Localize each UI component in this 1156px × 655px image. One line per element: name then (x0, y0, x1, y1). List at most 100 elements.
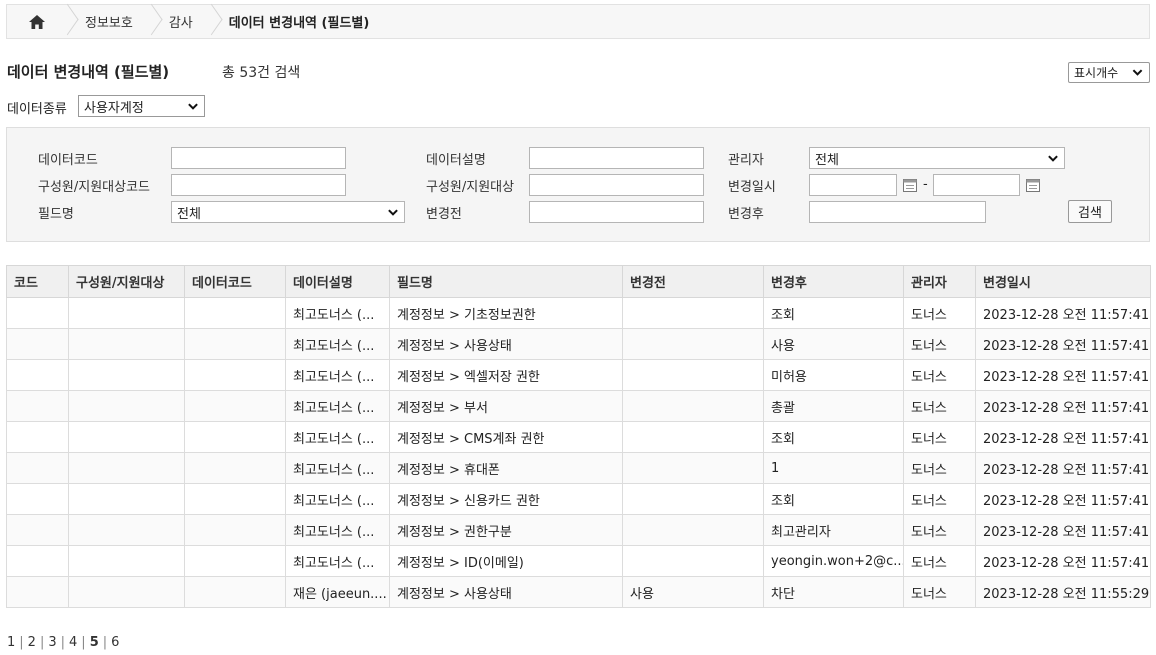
page-link[interactable]: 5 (86, 635, 103, 650)
table-cell (184, 452, 286, 484)
before-input[interactable] (529, 201, 704, 223)
calendar-icon[interactable] (1025, 177, 1041, 193)
table-row[interactable]: 최고도너스 (... 계정정보 > CMS계좌 권한 조회 도너스 2023-12-28… (6, 421, 1151, 453)
table-row[interactable]: 최고도너스 (... 계정정보 > 사용상태 사용 도너스 2023-12-28 오전 … (6, 328, 1151, 360)
breadcrumb-home[interactable] (7, 5, 61, 38)
breadcrumb-separator (61, 4, 71, 39)
table-cell: 2023-12-28 오전 11:57:41 (975, 359, 1151, 391)
after-label: 변경후 (728, 207, 764, 222)
table-cell: 사용 (622, 576, 764, 608)
column-header[interactable]: 데이터설명 (285, 265, 390, 298)
table-cell: 도너스 (903, 483, 976, 515)
table-cell: 최고도너스 (... (285, 359, 390, 391)
breadcrumb-item-security[interactable]: 정보보호 (71, 5, 145, 38)
column-header[interactable]: 변경전 (622, 265, 764, 298)
data-desc-label: 데이터설명 (426, 153, 486, 168)
table-cell: 2023-12-28 오전 11:55:29 (975, 576, 1151, 608)
table-cell (68, 421, 185, 453)
table-row[interactable]: 최고도너스 (... 계정정보 > 신용카드 권한 조회 도너스 2023-12-28 … (6, 483, 1151, 515)
table-row[interactable]: 재은 (jaeeun.... 계정정보 > 사용상태 사용 차단 도너스 2023-12-… (6, 576, 1151, 608)
table-cell (68, 390, 185, 422)
table-cell: 계정정보 > CMS계좌 권한 (389, 421, 623, 453)
breadcrumb-item-audit[interactable]: 감사 (155, 5, 205, 38)
column-header[interactable]: 필드명 (389, 265, 623, 298)
page-link[interactable]: 1 (7, 635, 19, 650)
table-cell: 2023-12-28 오전 11:57:41 (975, 545, 1151, 577)
member-input[interactable] (529, 174, 704, 196)
home-icon (29, 14, 45, 29)
table-cell (68, 514, 185, 546)
table-cell: 도너스 (903, 297, 976, 329)
search-button[interactable]: 검색 (1068, 200, 1112, 223)
page-link[interactable]: 4 (65, 635, 81, 650)
member-code-input[interactable] (171, 174, 346, 196)
table-row[interactable]: 최고도너스 (... 계정정보 > 부서 총괄 도너스 2023-12-28 오전 11… (6, 390, 1151, 422)
table-cell (6, 514, 69, 546)
table-cell (68, 452, 185, 484)
table-cell: 2023-12-28 오전 11:57:41 (975, 421, 1151, 453)
data-code-input[interactable] (171, 147, 346, 169)
chevron-down-icon (1132, 69, 1143, 76)
table-row[interactable]: 최고도너스 (... 계정정보 > 엑셀저장 권한 미허용 도너스 2023-12-28… (6, 359, 1151, 391)
field-name-select[interactable]: 전체 (171, 201, 405, 223)
date-from-input[interactable] (809, 174, 897, 196)
table-cell (622, 514, 764, 546)
table-cell: 미허용 (763, 359, 904, 391)
table-cell (622, 421, 764, 453)
manager-select[interactable]: 전체 (809, 147, 1065, 169)
display-count-dropdown[interactable]: 표시개수 (1068, 62, 1150, 83)
column-header[interactable]: 코드 (6, 265, 69, 298)
table-cell: 도너스 (903, 328, 976, 360)
table-cell (622, 483, 764, 515)
table-header-row: 코드 구성원/지원대상 데이터코드 데이터설명 필드명 변경전 변경후 관리자 변경일시 (6, 265, 1151, 298)
table-cell: 조회 (763, 297, 904, 329)
table-cell: 최고관리자 (763, 514, 904, 546)
data-type-select[interactable]: 사용자계정 (78, 95, 205, 117)
change-date-label: 변경일시 (728, 180, 776, 195)
column-header[interactable]: 변경후 (763, 265, 904, 298)
chevron-down-icon (388, 209, 398, 216)
table-cell (6, 452, 69, 484)
page-title: 데이터 변경내역 (필드별) (7, 63, 170, 81)
table-row[interactable]: 최고도너스 (... 계정정보 > 권한구분 최고관리자 도너스 2023-12-28 … (6, 514, 1151, 546)
data-type-value: 사용자계정 (84, 100, 144, 116)
table-cell (184, 297, 286, 329)
page-link[interactable]: 2 (24, 635, 40, 650)
page-link[interactable]: 6 (107, 635, 123, 650)
table-cell: 최고도너스 (... (285, 297, 390, 329)
table-cell: 최고도너스 (... (285, 421, 390, 453)
column-header[interactable]: 데이터코드 (184, 265, 286, 298)
table-cell (184, 390, 286, 422)
column-header[interactable]: 변경일시 (975, 265, 1151, 298)
data-desc-input[interactable] (529, 147, 704, 169)
column-header[interactable]: 관리자 (903, 265, 976, 298)
table-cell: 2023-12-28 오전 11:57:41 (975, 297, 1151, 329)
column-header[interactable]: 구성원/지원대상 (68, 265, 185, 298)
table-cell (6, 576, 69, 608)
table-cell (68, 545, 185, 577)
table-cell: 계정정보 > 기초정보권한 (389, 297, 623, 329)
date-to-input[interactable] (933, 174, 1020, 196)
table-cell: 사용 (763, 328, 904, 360)
table-cell: 2023-12-28 오전 11:57:41 (975, 483, 1151, 515)
table-cell: 재은 (jaeeun.... (285, 576, 390, 608)
table-row[interactable]: 최고도너스 (... 계정정보 > 기초정보권한 조회 도너스 2023-12-28 오… (6, 297, 1151, 329)
table-cell: 2023-12-28 오전 11:57:41 (975, 390, 1151, 422)
table-cell (68, 576, 185, 608)
page-link[interactable]: 3 (44, 635, 60, 650)
calendar-icon[interactable] (902, 177, 918, 193)
table-cell: 1 (763, 452, 904, 484)
breadcrumb-item-current: 데이터 변경내역 (필드별) (228, 16, 370, 31)
breadcrumb-separator (145, 4, 155, 39)
table-cell: 조회 (763, 421, 904, 453)
chevron-down-icon (188, 103, 198, 110)
table-cell (622, 390, 764, 422)
after-input[interactable] (809, 201, 986, 223)
manager-label: 관리자 (728, 153, 764, 168)
table-cell (184, 514, 286, 546)
table-row[interactable]: 최고도너스 (... 계정정보 > 휴대폰 1 도너스 2023-12-28 오전 11… (6, 452, 1151, 484)
table-cell (622, 297, 764, 329)
table-cell: yeongin.won+2@c... (763, 545, 904, 577)
table-row[interactable]: 최고도너스 (... 계정정보 > ID(이메일) yeongin.won+2@c.… (6, 545, 1151, 577)
table-cell (68, 483, 185, 515)
